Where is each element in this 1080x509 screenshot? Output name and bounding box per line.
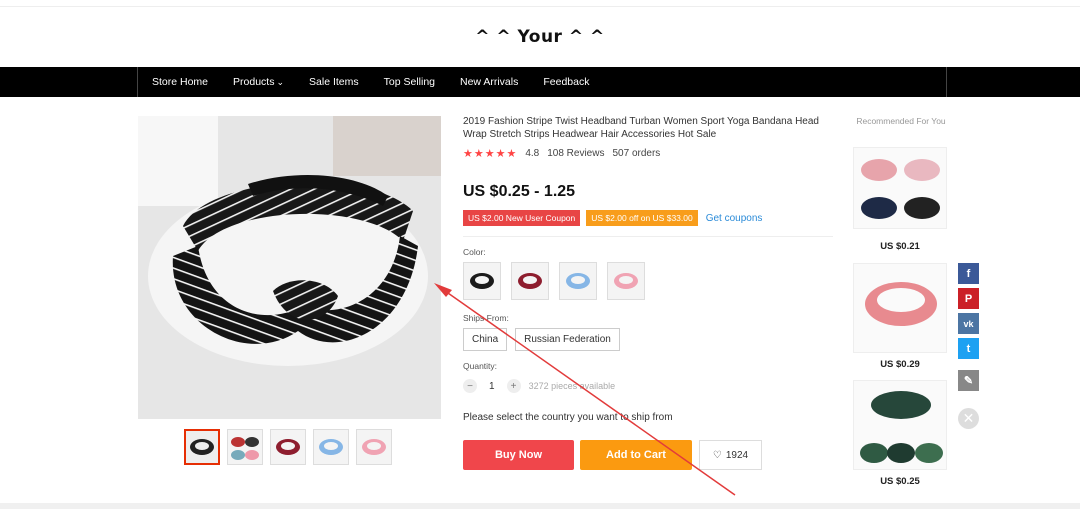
ship-from-label: Ships From:: [463, 313, 509, 323]
store-navbar: Store Home Products ⌄ Sale Items Top Sell…: [0, 67, 1080, 97]
thumbnail-strip: [184, 429, 392, 465]
nav-sale-items[interactable]: Sale Items: [309, 76, 359, 88]
wishlist-count: 1924: [725, 449, 749, 461]
thumbnail-black[interactable]: [184, 429, 220, 465]
quantity-label: Quantity:: [463, 361, 498, 371]
recommended-item-price[interactable]: US $0.21: [853, 241, 947, 252]
nav-products[interactable]: Products ⌄: [233, 76, 284, 88]
orders-count: 507 orders: [612, 148, 661, 159]
recommended-item-image[interactable]: [853, 147, 947, 229]
bottom-border: [0, 503, 1080, 509]
recommended-item-price[interactable]: US $0.25: [853, 476, 947, 487]
quantity-available: 3272 pieces available: [528, 381, 616, 391]
ship-options: China Russian Federation: [463, 328, 620, 351]
pinterest-icon[interactable]: P: [958, 288, 979, 309]
color-options: [463, 262, 645, 300]
ship-option-china[interactable]: China: [463, 328, 508, 351]
thumbnail-multi[interactable]: [227, 429, 263, 465]
nav-top-selling[interactable]: Top Selling: [384, 76, 435, 88]
color-option-blue[interactable]: [559, 262, 597, 300]
facebook-icon[interactable]: f: [958, 263, 979, 284]
nav-products-label: Products: [233, 76, 275, 88]
color-option-red[interactable]: [511, 262, 549, 300]
main-product-image[interactable]: [138, 116, 441, 419]
store-coupon[interactable]: US $2.00 off on US $33.00: [586, 210, 698, 226]
store-header: ^ ^ Your ^ ^: [0, 7, 1080, 66]
add-to-cart-button[interactable]: Add to Cart: [580, 440, 692, 470]
get-coupons-link[interactable]: Get coupons: [706, 213, 763, 224]
recommended-item-image[interactable]: [853, 263, 947, 353]
quantity-value[interactable]: 1: [489, 381, 495, 392]
ship-message: Please select the country you want to sh…: [463, 412, 673, 423]
close-icon[interactable]: ✕: [958, 408, 979, 429]
nav-feedback[interactable]: Feedback: [543, 76, 589, 88]
product-title: 2019 Fashion Stripe Twist Headband Turba…: [463, 116, 819, 140]
heart-icon: ♡: [712, 449, 722, 461]
quantity-increase-button[interactable]: +: [506, 379, 521, 393]
quantity-stepper: − 1 + 3272 pieces available: [463, 379, 615, 393]
buy-now-button[interactable]: Buy Now: [463, 440, 574, 470]
color-option-pink[interactable]: [607, 262, 645, 300]
recommended-title: Recommended For You: [856, 116, 946, 126]
rating-row: ★★★★★ 4.8 108 Reviews 507 orders: [463, 147, 668, 160]
nav-inner: Store Home Products ⌄ Sale Items Top Sell…: [137, 67, 947, 97]
divider: [463, 236, 833, 237]
thumbnail-pink[interactable]: [356, 429, 392, 465]
top-border: [0, 0, 1080, 7]
recommended-item-price[interactable]: US $0.29: [853, 359, 947, 370]
chevron-down-icon: ⌄: [276, 77, 285, 87]
nav-new-arrivals[interactable]: New Arrivals: [460, 76, 518, 88]
edit-icon[interactable]: ✎: [958, 370, 979, 391]
twitter-icon[interactable]: t: [958, 338, 979, 359]
color-label: Color:: [463, 247, 486, 257]
new-user-coupon[interactable]: US $2.00 New User Coupon: [463, 210, 581, 226]
store-title[interactable]: ^ ^ Your ^ ^: [475, 27, 605, 47]
thumbnail-red[interactable]: [270, 429, 306, 465]
coupon-row: US $2.00 New User Coupon US $2.00 off on…: [463, 210, 762, 226]
vk-icon[interactable]: vk: [958, 313, 979, 334]
thumbnail-blue[interactable]: [313, 429, 349, 465]
ship-option-russia[interactable]: Russian Federation: [515, 328, 620, 351]
rating-stars-icon: ★★★★★: [463, 148, 518, 160]
rating-value[interactable]: 4.8: [525, 148, 539, 159]
price: US $0.25 - 1.25: [463, 183, 576, 200]
wishlist-button[interactable]: ♡ 1924: [699, 440, 762, 470]
reviews-count[interactable]: 108 Reviews: [547, 148, 604, 159]
recommended-item-image[interactable]: [853, 380, 947, 470]
quantity-decrease-button[interactable]: −: [463, 379, 477, 393]
nav-store-home[interactable]: Store Home: [152, 76, 208, 88]
color-option-black[interactable]: [463, 262, 501, 300]
